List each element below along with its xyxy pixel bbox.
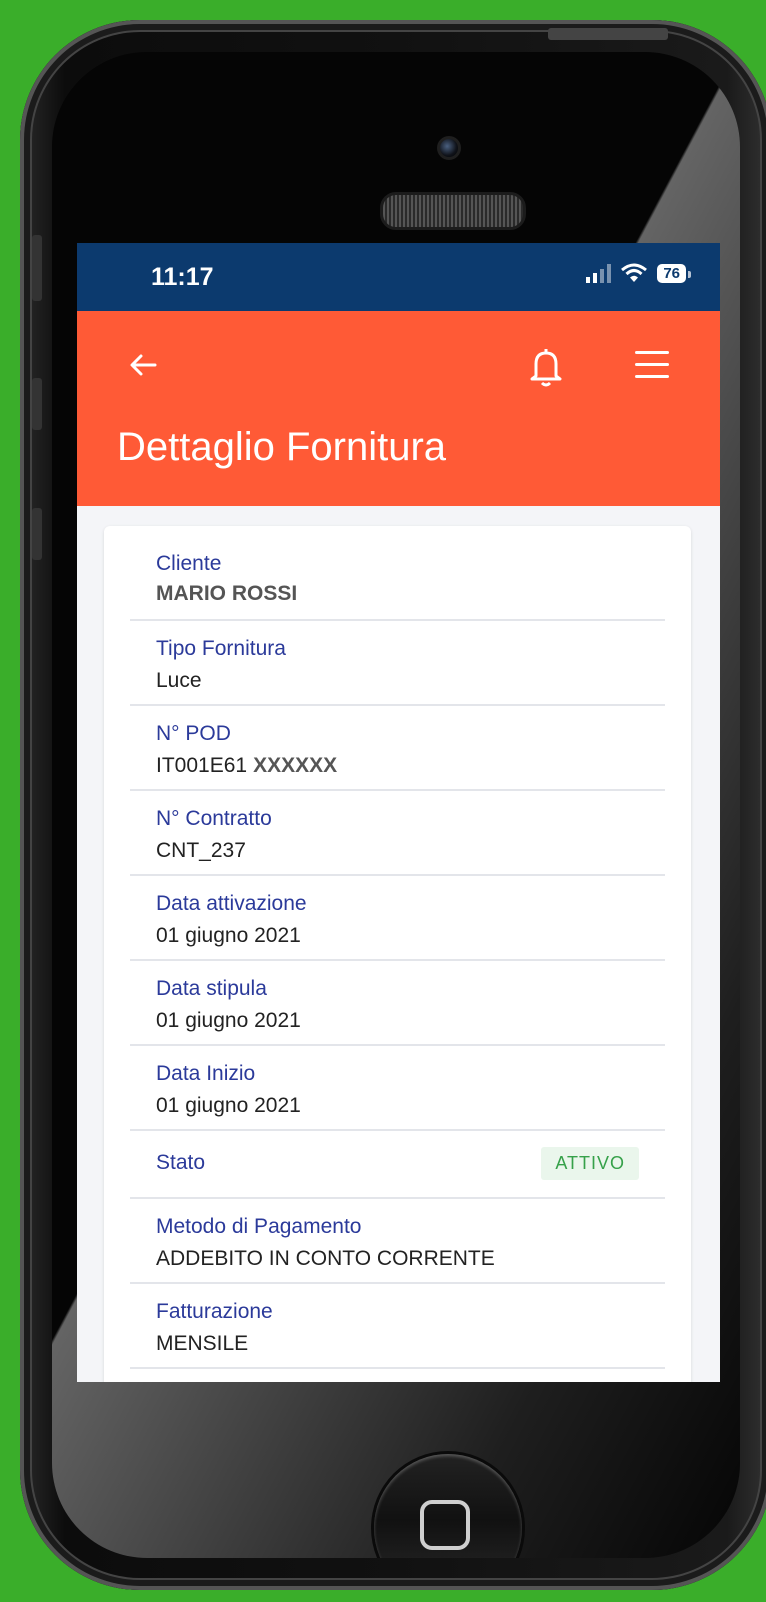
field-value: ADDEBITO IN CONTO CORRENTE xyxy=(156,1247,495,1270)
battery-icon: 76 xyxy=(657,263,691,283)
field-data-stipula: Data stipula 01 giugno 2021 xyxy=(130,969,665,1046)
pod-masked: XXXXXX xyxy=(253,754,338,777)
power-button xyxy=(548,28,668,40)
status-bar: 11:17 76 xyxy=(77,243,720,311)
field-label: Tipo Fornitura xyxy=(156,637,286,660)
field-metodo-pagamento: Metodo di Pagamento ADDEBITO IN CONTO CO… xyxy=(130,1207,665,1284)
page-title: Dettaglio Fornitura xyxy=(117,425,447,469)
status-icons: 76 xyxy=(586,263,691,283)
status-badge: ATTIVO xyxy=(541,1147,639,1180)
pod-value: IT001E61 xyxy=(156,754,248,777)
field-value: CNT_237 xyxy=(156,839,246,862)
supply-detail-card: Cliente MARIO ROSSI Tipo Fornitura Luce … xyxy=(104,526,691,1382)
home-button[interactable] xyxy=(374,1454,522,1558)
field-label: Data stipula xyxy=(156,977,267,1000)
front-camera-icon xyxy=(437,136,461,160)
field-label: Data attivazione xyxy=(156,892,307,915)
field-label: Fatturazione xyxy=(156,1300,273,1323)
field-contratto: N° Contratto CNT_237 xyxy=(130,799,665,876)
field-value: 01 giugno 2021 xyxy=(156,924,301,947)
field-stato: Stato ATTIVO xyxy=(130,1139,665,1199)
field-label: Stato xyxy=(156,1151,206,1174)
wifi-icon xyxy=(621,263,648,282)
signal-icon xyxy=(586,263,612,283)
field-value: Luce xyxy=(156,669,202,692)
status-time: 11:17 xyxy=(151,263,214,291)
field-label: Data Inizio xyxy=(156,1062,256,1085)
field-value: 01 giugno 2021 xyxy=(156,1009,301,1032)
field-label: N° Contratto xyxy=(156,807,272,830)
field-pod: N° POD IT001E61 XXXXXX xyxy=(130,714,665,791)
volume-down-button xyxy=(32,508,42,560)
bell-icon[interactable] xyxy=(526,345,566,389)
field-label: N° POD xyxy=(156,722,231,745)
field-value: IT001E61 XXXXXX xyxy=(156,754,337,778)
field-value: 01 giugno 2021 xyxy=(156,1094,301,1117)
app-screen: 11:17 76 Dettaglio Fornitura Cliente MAR… xyxy=(77,243,720,1382)
field-data-inizio: Data Inizio 01 giugno 2021 xyxy=(130,1054,665,1131)
field-tipo-fornitura: Tipo Fornitura Luce xyxy=(130,629,665,706)
volume-up-button xyxy=(32,378,42,430)
mute-switch xyxy=(32,235,42,301)
home-square-icon xyxy=(420,1500,470,1550)
field-value: MENSILE xyxy=(156,1332,249,1355)
earpiece-speaker xyxy=(380,192,526,230)
app-bar: Dettaglio Fornitura xyxy=(77,311,720,506)
field-fatturazione: Fatturazione MENSILE xyxy=(130,1292,665,1369)
hamburger-menu-icon[interactable] xyxy=(635,351,669,379)
field-cliente: Cliente MARIO ROSSI xyxy=(130,546,665,621)
back-arrow-icon[interactable] xyxy=(125,347,165,387)
field-data-attivazione: Data attivazione 01 giugno 2021 xyxy=(130,884,665,961)
field-label: Metodo di Pagamento xyxy=(156,1215,362,1238)
field-label: Cliente xyxy=(156,552,222,575)
field-value: MARIO ROSSI xyxy=(156,582,298,605)
